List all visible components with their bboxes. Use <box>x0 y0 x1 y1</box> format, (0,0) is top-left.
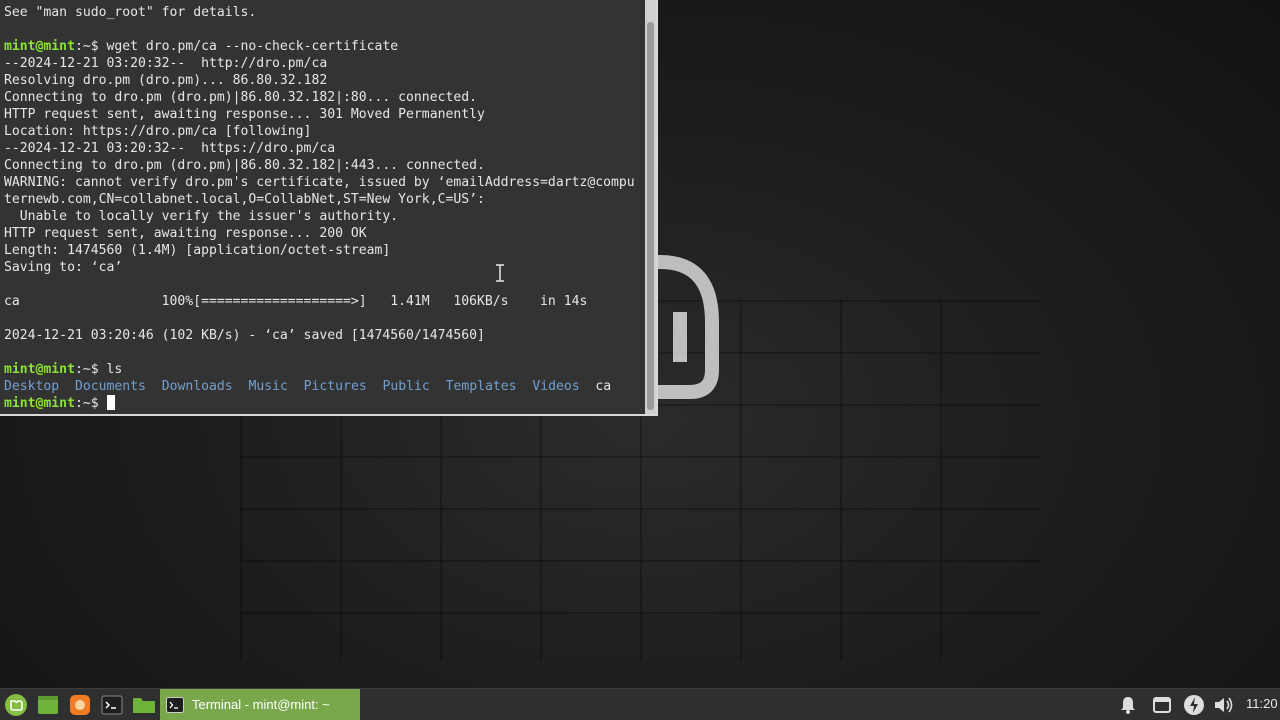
taskbar-terminal-item[interactable]: Terminal - mint@mint: ~ <box>160 689 360 720</box>
ls-directory-entry: Music <box>248 379 288 394</box>
power-icon[interactable] <box>1182 693 1206 717</box>
bottom-panel: Terminal - mint@mint: ~ 11:20 <box>0 688 1280 720</box>
clock[interactable]: 11:20 <box>1246 696 1278 711</box>
terminal-scrollbar[interactable] <box>645 0 656 414</box>
ls-directory-entry: Public <box>382 379 430 394</box>
terminal-icon <box>166 696 184 713</box>
shell-command: wget dro.pm/ca --no-check-certificate <box>106 39 399 54</box>
ls-file-entry: ca <box>595 379 612 394</box>
shell-prompt-path: :~$ <box>74 39 107 54</box>
terminal-line: --2024-12-21 03:20:32-- http://dro.pm/ca <box>4 56 328 71</box>
terminal-cursor <box>106 395 115 410</box>
mint-menu-icon[interactable] <box>4 693 28 717</box>
ls-directory-entry: Pictures <box>303 379 367 394</box>
window-list-icon[interactable] <box>1150 693 1174 717</box>
terminal-line: Desktop Documents Downloads Music Pictur… <box>4 378 644 395</box>
terminal-line: ternewb.com,CN=collabnet.local,O=CollabN… <box>4 192 485 207</box>
terminal-scrollbar-thumb[interactable] <box>647 22 654 410</box>
taskbar-terminal-label: Terminal - mint@mint: ~ <box>192 697 330 712</box>
terminal-line: Resolving dro.pm (dro.pm)... 86.80.32.18… <box>4 73 328 88</box>
shell-prompt-user: mint@mint <box>4 362 75 377</box>
shell-prompt-path: :~$ <box>74 396 107 411</box>
terminal-line: mint@mint:~$ wget dro.pm/ca --no-check-c… <box>4 38 644 55</box>
terminal-line: Location: https://dro.pm/ca [following] <box>4 124 312 139</box>
volume-icon[interactable] <box>1212 693 1236 717</box>
terminal-line: Connecting to dro.pm (dro.pm)|86.80.32.1… <box>4 158 485 173</box>
text-cursor-icon <box>496 264 504 282</box>
terminal-launcher-icon[interactable] <box>100 693 124 717</box>
show-desktop-icon[interactable] <box>36 693 60 717</box>
terminal-line: mint@mint:~$ <box>4 395 644 412</box>
ls-directory-entry: Downloads <box>161 379 233 394</box>
shell-prompt-user: mint@mint <box>4 39 75 54</box>
terminal-window[interactable]: See "man sudo_root" for details. mint@min… <box>0 0 658 416</box>
terminal-line: Saving to: ‘ca’ <box>4 260 123 275</box>
terminal-line: See "man sudo_root" for details. <box>4 5 257 20</box>
terminal-line: Length: 1474560 (1.4M) [application/octe… <box>4 243 391 258</box>
shell-command: ls <box>106 362 123 377</box>
terminal-line: ca 100%[===================>] 1.41M 106K… <box>4 294 588 309</box>
terminal-line: 2024-12-21 03:20:46 (102 KB/s) - ‘ca’ sa… <box>4 328 485 343</box>
terminal-line: HTTP request sent, awaiting response... … <box>4 107 485 122</box>
shell-prompt-path: :~$ <box>74 362 107 377</box>
notifications-icon[interactable] <box>1116 693 1140 717</box>
ls-directory-entry: Desktop <box>4 379 60 394</box>
ls-directory-entry: Videos <box>532 379 580 394</box>
ls-directory-entry: Documents <box>74 379 146 394</box>
terminal-output[interactable]: See "man sudo_root" for details. mint@min… <box>0 4 644 412</box>
terminal-line: Unable to locally verify the issuer's au… <box>4 209 399 224</box>
terminal-line: Connecting to dro.pm (dro.pm)|86.80.32.1… <box>4 90 477 105</box>
shell-prompt-user: mint@mint <box>4 396 75 411</box>
firefox-icon[interactable] <box>68 693 92 717</box>
terminal-line: WARNING: cannot verify dro.pm's certific… <box>4 175 635 190</box>
terminal-line: mint@mint:~$ ls <box>4 361 644 378</box>
terminal-line: HTTP request sent, awaiting response... … <box>4 226 367 241</box>
terminal-line: --2024-12-21 03:20:32-- https://dro.pm/c… <box>4 141 336 156</box>
ls-directory-entry: Templates <box>445 379 517 394</box>
files-icon[interactable] <box>132 693 156 717</box>
